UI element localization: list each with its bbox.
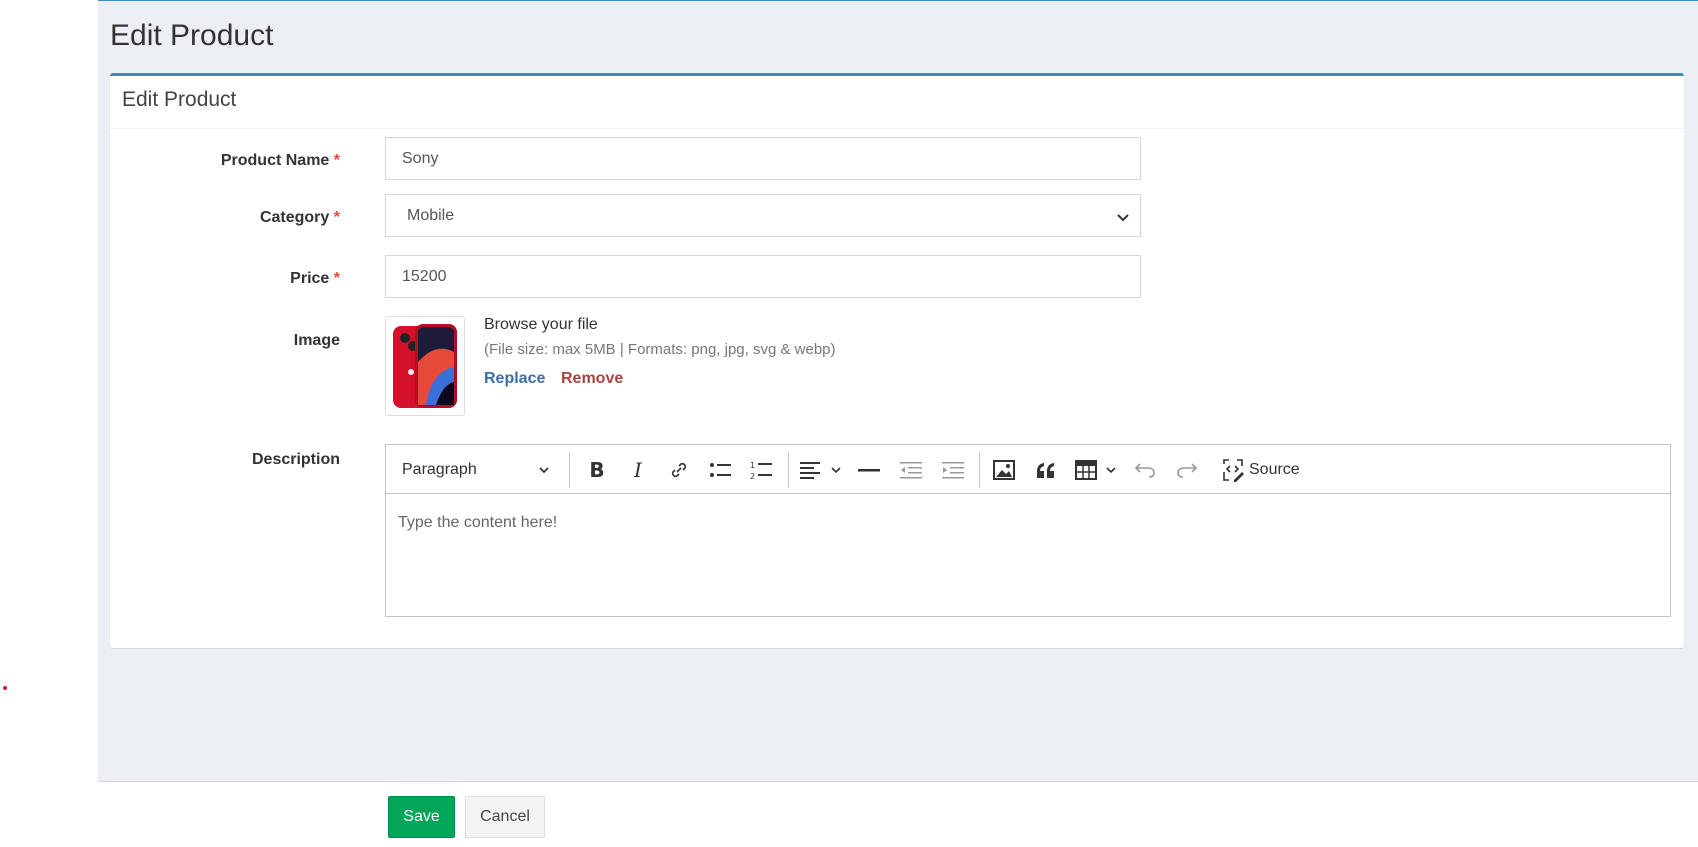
editor-toolbar: Paragraph B I 12 Source — [386, 445, 1670, 494]
svg-text:1: 1 — [750, 461, 755, 470]
price-label-text: Price — [290, 270, 330, 287]
product-name-label: Product Name * — [110, 152, 340, 170]
indent-icon[interactable] — [938, 457, 968, 483]
editor-placeholder: Type the content here! — [398, 514, 558, 531]
page: Edit Product Edit Product Product Name *… — [0, 0, 1698, 847]
blockquote-icon[interactable] — [1031, 457, 1061, 483]
browse-file-title: Browse your file — [484, 316, 598, 333]
cancel-button[interactable]: Cancel — [465, 796, 545, 838]
bulleted-list-icon[interactable] — [705, 457, 735, 483]
category-selected-value: Mobile — [407, 207, 455, 224]
image-label: Image — [293, 332, 340, 349]
save-button[interactable]: Save — [388, 796, 455, 838]
svg-text:2: 2 — [750, 472, 755, 480]
horizontal-line-icon[interactable] — [854, 457, 884, 483]
editor-content[interactable]: Type the content here! — [386, 494, 1670, 552]
source-label: Source — [1249, 461, 1300, 478]
category-label: Category * — [110, 209, 340, 227]
align-icon[interactable] — [798, 457, 846, 483]
replace-link[interactable]: Replace — [484, 370, 545, 388]
price-label: Price * — [110, 270, 340, 288]
file-size-note: (File size: max 5MB | Formats: png, jpg,… — [484, 341, 836, 358]
numbered-list-icon[interactable]: 12 — [746, 457, 776, 483]
product-name-input[interactable]: Sony — [385, 137, 1141, 180]
price-input[interactable]: 15200 — [385, 255, 1141, 298]
table-icon[interactable] — [1073, 457, 1121, 483]
phone-image — [393, 324, 457, 408]
category-select[interactable]: Mobile — [385, 194, 1141, 237]
insert-image-icon[interactable] — [989, 457, 1019, 483]
chevron-down-icon — [1117, 214, 1129, 222]
description-label: Description — [251, 451, 340, 468]
bold-icon[interactable]: B — [582, 457, 612, 483]
remove-link[interactable]: Remove — [561, 370, 623, 388]
red-dot — [3, 686, 7, 690]
content-area: Edit Product Edit Product Product Name *… — [98, 0, 1698, 781]
undo-icon[interactable] — [1130, 457, 1160, 483]
chevron-down-icon — [539, 467, 549, 474]
left-strip — [0, 0, 98, 847]
edit-product-box: Edit Product Product Name * Sony Categor… — [110, 73, 1684, 648]
required-marker: * — [333, 209, 340, 226]
product-image-thumbnail — [385, 316, 465, 416]
page-title: Edit Product — [110, 19, 274, 52]
box-title: Edit Product — [110, 76, 1684, 129]
category-label-text: Category — [259, 209, 330, 226]
toolbar-divider — [788, 452, 789, 488]
form-footer: Save Cancel — [98, 781, 1698, 847]
link-icon[interactable] — [664, 457, 694, 483]
italic-icon[interactable]: I — [623, 457, 653, 483]
toolbar-divider — [569, 452, 570, 488]
rich-text-editor: Paragraph B I 12 Source Type the content… — [385, 444, 1671, 617]
toolbar-divider — [979, 452, 980, 488]
source-button[interactable]: Source — [1221, 457, 1306, 483]
heading-select-value: Paragraph — [402, 461, 477, 478]
required-marker: * — [333, 152, 340, 169]
required-marker: * — [333, 270, 340, 287]
redo-icon[interactable] — [1172, 457, 1202, 483]
heading-select[interactable]: Paragraph — [402, 457, 550, 483]
source-icon — [1223, 459, 1244, 482]
product-name-label-text: Product Name — [220, 152, 330, 169]
outdent-icon[interactable] — [896, 457, 926, 483]
